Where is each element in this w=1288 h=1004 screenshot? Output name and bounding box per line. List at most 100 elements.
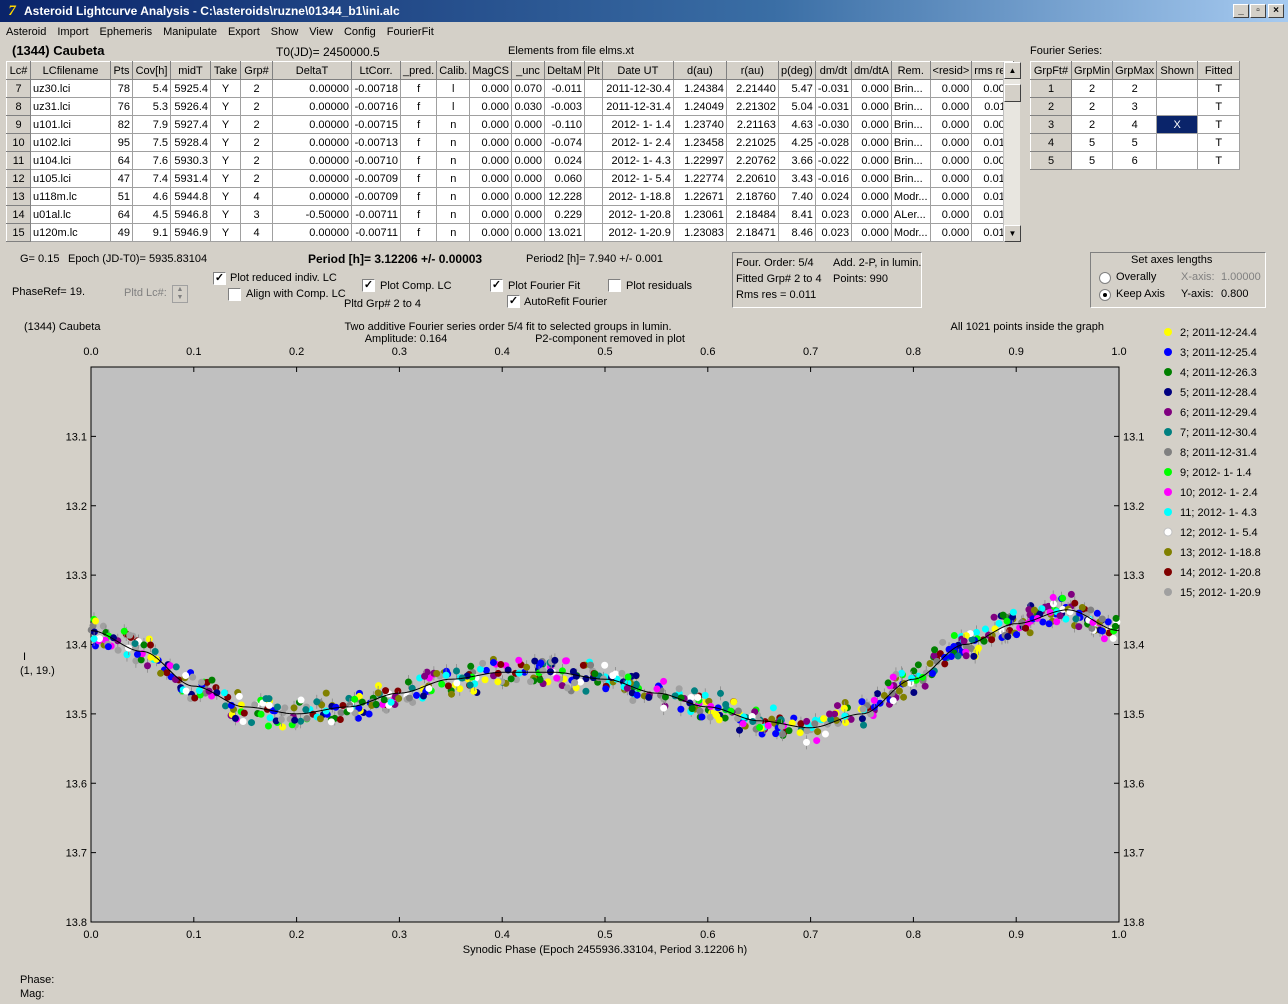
table-cell[interactable]: 5.3 [132, 97, 171, 116]
row-header[interactable]: 10 [6, 133, 31, 152]
menu-asteroid[interactable]: Asteroid [0, 24, 51, 38]
table-row[interactable]: 11 u104.lci 64 7.6 5930.3 Y 2 0.00000 -0.00710 f n… [6, 151, 1014, 170]
lc-table-scrollbar[interactable]: ▲ ▼ [1003, 62, 1021, 242]
scroll-thumb[interactable] [1004, 84, 1021, 102]
lc-col-header[interactable]: midT [170, 61, 211, 80]
table-cell[interactable]: 2012- 1- 2.4 [601, 133, 674, 152]
table-cell[interactable]: 0.00000 [272, 115, 352, 134]
plot-comp-checkbox[interactable]: ✓ [362, 279, 375, 292]
table-cell[interactable]: 1 [1030, 79, 1072, 98]
table-cell[interactable]: 1.23458 [672, 133, 727, 152]
close-button[interactable]: × [1268, 4, 1284, 18]
table-cell[interactable]: 3 [1030, 115, 1072, 134]
table-cell[interactable]: 0.000 [511, 151, 546, 170]
table-cell[interactable]: 0.000 [929, 223, 973, 242]
row-header[interactable]: 12 [6, 169, 31, 188]
table-cell[interactable]: -0.031 [814, 97, 853, 116]
table-cell[interactable]: 5944.8 [170, 187, 211, 206]
table-cell[interactable]: 1.22997 [672, 151, 727, 170]
table-cell[interactable]: 0.000 [511, 223, 546, 242]
overally-radio[interactable] [1099, 272, 1111, 284]
table-cell[interactable]: 2 [1030, 97, 1072, 116]
table-cell[interactable]: 4.5 [132, 205, 171, 224]
table-cell[interactable]: n [436, 151, 471, 170]
table-cell[interactable]: Brin... [890, 133, 931, 152]
table-cell[interactable]: -0.074 [544, 133, 586, 152]
table-cell[interactable]: 2011-12-31.4 [601, 97, 674, 116]
table-cell[interactable]: 5 [1030, 151, 1072, 170]
table-cell[interactable]: 2.21163 [725, 115, 779, 134]
table-cell[interactable]: 2.21025 [725, 133, 779, 152]
table-cell[interactable]: u118m.lc [30, 187, 111, 206]
table-cell[interactable]: n [436, 169, 471, 188]
fourier-col-header[interactable]: GrpMax [1112, 61, 1158, 80]
table-cell[interactable]: -0.030 [814, 115, 853, 134]
shown-cell[interactable] [1156, 79, 1199, 98]
table-cell[interactable]: -0.110 [544, 115, 586, 134]
table-cell[interactable]: 95 [110, 133, 133, 152]
table-cell[interactable]: Brin... [890, 115, 931, 134]
table-cell[interactable]: 2 [240, 115, 273, 134]
shown-cell[interactable] [1156, 133, 1199, 152]
table-cell[interactable]: 4.25 [777, 133, 816, 152]
table-cell[interactable]: -0.00709 [351, 187, 401, 206]
scroll-up-icon[interactable]: ▲ [1004, 62, 1021, 79]
table-cell[interactable]: Brin... [890, 97, 931, 116]
table-cell[interactable]: T [1197, 151, 1241, 170]
table-cell[interactable]: 2 [1070, 97, 1114, 116]
row-header[interactable]: 14 [6, 205, 31, 224]
menu-export[interactable]: Export [222, 24, 265, 38]
row-header[interactable]: 8 [6, 97, 31, 116]
table-cell[interactable]: 8.46 [777, 223, 816, 242]
keep-axis-radio[interactable] [1099, 289, 1111, 301]
table-cell[interactable]: 3.66 [777, 151, 816, 170]
table-cell[interactable]: 0.000 [929, 133, 973, 152]
table-cell[interactable]: 0.000 [851, 97, 892, 116]
table-cell[interactable]: 5946.9 [170, 223, 211, 242]
table-cell[interactable]: 2 [1112, 79, 1158, 98]
table-cell[interactable]: Y [210, 79, 241, 98]
table-cell[interactable]: 0.000 [469, 205, 513, 224]
table-cell[interactable]: u01al.lc [30, 205, 111, 224]
table-cell[interactable]: 0.030 [511, 97, 546, 116]
table-cell[interactable]: u101.lci [30, 115, 111, 134]
table-cell[interactable]: 5 [1112, 133, 1158, 152]
fourier-col-header[interactable]: Shown [1156, 61, 1199, 80]
table-cell[interactable]: 2012- 1-20.8 [601, 205, 674, 224]
table-cell[interactable]: 5926.4 [170, 97, 211, 116]
lc-col-header[interactable]: Rem. [890, 61, 931, 80]
menu-show[interactable]: Show [265, 24, 304, 38]
fourier-col-header[interactable]: GrpFt# [1030, 61, 1072, 80]
y-axis-value[interactable]: 0.800 [1221, 288, 1249, 300]
table-cell[interactable]: -0.00711 [351, 205, 401, 224]
table-cell[interactable]: 0.000 [851, 169, 892, 188]
table-cell[interactable]: 0.024 [544, 151, 586, 170]
shown-cell[interactable]: X [1156, 115, 1199, 134]
table-cell[interactable]: 4 [1112, 115, 1158, 134]
table-cell[interactable]: 1.24049 [672, 97, 727, 116]
plot-reduced-checkbox[interactable]: ✓ [213, 272, 226, 285]
row-header[interactable]: 7 [6, 79, 31, 98]
lc-col-header[interactable]: _unc [511, 61, 546, 80]
table-cell[interactable]: 2012- 1- 4.3 [601, 151, 674, 170]
lc-col-header[interactable]: DeltaT [272, 61, 352, 80]
lc-col-header[interactable]: MagCS [469, 61, 513, 80]
table-cell[interactable]: 2.21302 [725, 97, 779, 116]
align-comp-checkbox[interactable] [228, 288, 241, 301]
table-cell[interactable]: -0.00711 [351, 223, 401, 242]
table-cell[interactable]: Y [210, 97, 241, 116]
table-cell[interactable]: 0.000 [929, 187, 973, 206]
table-cell[interactable]: 2.20610 [725, 169, 779, 188]
lc-col-header[interactable]: Plt [584, 61, 603, 80]
fourier-row[interactable]: 455T [1030, 133, 1241, 152]
table-cell[interactable]: f [399, 151, 438, 170]
maximize-button[interactable]: ▫ [1250, 4, 1266, 18]
table-cell[interactable]: 5927.4 [170, 115, 211, 134]
table-cell[interactable]: 0.000 [469, 79, 513, 98]
table-cell[interactable]: 2.18471 [725, 223, 779, 242]
table-cell[interactable]: -0.028 [814, 133, 853, 152]
fourier-col-header[interactable]: GrpMin [1070, 61, 1114, 80]
table-cell[interactable]: 5.47 [777, 79, 816, 98]
table-cell[interactable]: 2011-12-30.4 [601, 79, 674, 98]
table-cell[interactable]: 0.000 [511, 115, 546, 134]
